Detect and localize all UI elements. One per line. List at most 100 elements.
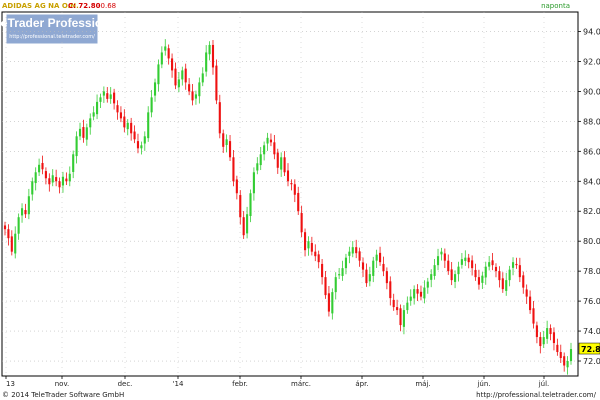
candle-body (48, 178, 51, 185)
candle-body (232, 157, 235, 182)
candle-body (3, 225, 7, 230)
candle-body (457, 266, 460, 275)
candle-body (222, 133, 225, 147)
candle-body (31, 181, 34, 195)
candle-body (338, 274, 341, 276)
candle-body (191, 91, 194, 101)
candle-body (351, 247, 354, 254)
copyright-text: © 2014 TeleTrader Software GmbH (2, 391, 124, 399)
candle-body (375, 254, 378, 261)
candle-body (563, 356, 566, 366)
candle-body (361, 262, 365, 270)
candle-body (140, 145, 143, 149)
candle-body (327, 293, 330, 312)
candle-body (344, 257, 348, 269)
candle-body (529, 296, 532, 311)
candle-body (249, 193, 252, 217)
candle-body (566, 361, 569, 368)
candle-body (259, 154, 262, 166)
candle-body (491, 260, 494, 266)
candle-body (273, 142, 276, 155)
candle-body (290, 183, 293, 185)
candle-body (365, 269, 368, 284)
watermark-url: http://professional.teletrader.com/ (9, 34, 95, 40)
candle-body (484, 266, 487, 278)
candle-body (430, 274, 433, 280)
candle-body (215, 65, 218, 101)
close-price-label: C: 72.80 (68, 2, 101, 10)
candle-body (89, 118, 92, 128)
candle-body (450, 269, 453, 281)
y-tick-label: 86.00 (583, 147, 600, 156)
candle-body (454, 274, 457, 282)
candle-body (443, 253, 446, 261)
candle-body (109, 94, 112, 99)
candle-body (556, 344, 559, 353)
candle-body (126, 122, 129, 130)
plot-area (1, 11, 579, 377)
candle-body (314, 251, 317, 257)
candle-body (123, 116, 126, 128)
candle-body (522, 275, 525, 288)
candle-body (194, 94, 197, 99)
candle-body (392, 299, 395, 308)
candle-body (17, 217, 20, 234)
last-price-value: 72.80 (581, 345, 600, 354)
candle-body (511, 262, 515, 268)
candle-body (321, 263, 324, 278)
candle-body (150, 97, 153, 113)
y-tick-label: 90.00 (583, 87, 600, 96)
footer-url: http://professional.teletrader.com/ (476, 391, 596, 399)
x-tick-label: júl. (538, 380, 550, 388)
y-tick-label: 82.00 (583, 207, 600, 216)
candle-body (239, 195, 242, 218)
candle-body (246, 214, 249, 234)
candle-body (423, 287, 426, 299)
candle-body (58, 181, 61, 188)
y-tick-label: 72.00 (583, 357, 600, 366)
x-tick-label: márc. (291, 380, 311, 388)
candle-body (157, 64, 160, 85)
candle-body (334, 277, 337, 293)
candle-body (211, 44, 215, 68)
candle-body (532, 308, 535, 324)
candle-body (116, 105, 119, 113)
candle-body (426, 281, 429, 288)
candle-body (396, 307, 399, 311)
y-axis: 72.00 74.00 76.00 78.00 80.00 82.00 84.00 86.00… (578, 27, 600, 366)
x-tick-label: nov. (55, 380, 70, 388)
candle-body (266, 137, 269, 144)
candle-body (133, 131, 136, 140)
candle-body (525, 289, 528, 297)
candle-body (498, 271, 501, 281)
candle-body (198, 82, 201, 97)
candle-body (174, 68, 177, 86)
candle-body (72, 154, 75, 172)
candle-body (61, 176, 65, 186)
candle-body (55, 177, 58, 182)
x-tick-label: ápr. (355, 380, 368, 388)
candle-body (467, 257, 470, 263)
candle-body (143, 136, 146, 144)
x-tick-label: jún. (476, 380, 490, 388)
candle-body (300, 213, 303, 233)
candle-body (68, 173, 71, 182)
candle-body (379, 252, 382, 263)
candle-body (382, 263, 385, 272)
candle-body (488, 262, 491, 267)
candle-body (317, 254, 320, 263)
price-chart: ADIDAS AG NA O.N. C: 72.80 -0.68 napontа… (0, 0, 600, 400)
candle-body (82, 127, 85, 138)
candle-body (372, 260, 375, 276)
candle-body (24, 210, 27, 215)
candle-body (218, 102, 221, 134)
candle-body (494, 266, 498, 272)
candle-body (85, 127, 88, 140)
candle-body (535, 325, 538, 338)
candle-body (518, 265, 521, 278)
candle-body (552, 332, 556, 344)
candle-body (51, 175, 54, 183)
candle-body (263, 145, 266, 155)
candle-body (399, 308, 402, 326)
x-tick-label: 13 (6, 380, 15, 388)
